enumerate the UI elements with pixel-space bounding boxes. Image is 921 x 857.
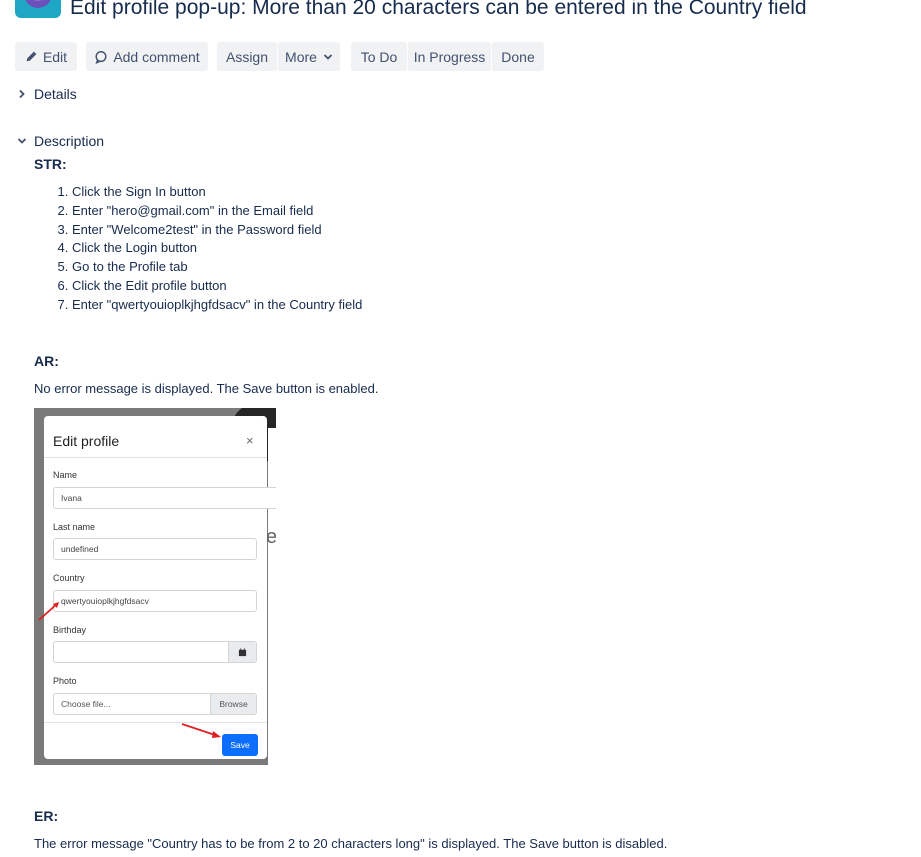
status-in-progress-button[interactable]: In Progress <box>407 42 491 71</box>
step-item: Go to the Profile tab <box>72 258 362 277</box>
details-toggle[interactable]: Details <box>15 86 77 102</box>
status-done-button[interactable]: Done <box>491 42 544 71</box>
steps-list: Click the Sign In button Enter "hero@gma… <box>34 183 362 315</box>
er-heading: ER: <box>34 808 59 824</box>
add-comment-label: Add comment <box>113 48 200 65</box>
add-comment-button[interactable]: Add comment <box>86 42 208 71</box>
more-button[interactable]: More <box>277 42 340 71</box>
chevron-down-icon <box>15 134 29 148</box>
step-item: Enter "hero@gmail.com" in the Email fiel… <box>72 202 362 221</box>
step-item: Enter "Welcome2test" in the Password fie… <box>72 221 362 240</box>
ar-text: No error message is displayed. The Save … <box>34 381 379 396</box>
step-item: Click the Sign In button <box>72 183 362 202</box>
pencil-icon <box>26 51 37 62</box>
details-label: Details <box>34 86 77 102</box>
attached-screenshot[interactable]: e Edit profile × Name Ivana Last name un… <box>34 408 276 765</box>
step-item: Click the Login button <box>72 239 362 258</box>
issue-type-icon <box>15 0 61 18</box>
annotation-arrows <box>38 602 221 738</box>
issue-title[interactable]: Edit profile pop-up: More than 20 charac… <box>70 0 807 20</box>
status-todo-button[interactable]: To Do <box>351 42 407 71</box>
done-label: Done <box>501 48 535 65</box>
description-toggle[interactable]: Description <box>15 133 104 149</box>
assign-label: Assign <box>225 48 269 65</box>
ar-heading: AR: <box>34 353 59 369</box>
chevron-right-icon <box>15 87 29 101</box>
more-label: More <box>285 48 317 65</box>
step-item: Enter "qwertyouioplkjhgfdsacv" in the Co… <box>72 296 362 315</box>
in-progress-label: In Progress <box>413 48 486 65</box>
edit-button[interactable]: Edit <box>15 42 77 71</box>
chevron-down-icon <box>323 53 333 60</box>
er-text: The error message "Country has to be fro… <box>34 836 668 851</box>
description-label: Description <box>34 133 105 149</box>
edit-button-label: Edit <box>42 48 68 65</box>
todo-label: To Do <box>360 48 398 65</box>
assign-button[interactable]: Assign <box>217 42 277 71</box>
comment-bubble-icon <box>95 50 107 64</box>
step-item: Click the Edit profile button <box>72 277 362 296</box>
str-heading: STR: <box>34 156 67 172</box>
